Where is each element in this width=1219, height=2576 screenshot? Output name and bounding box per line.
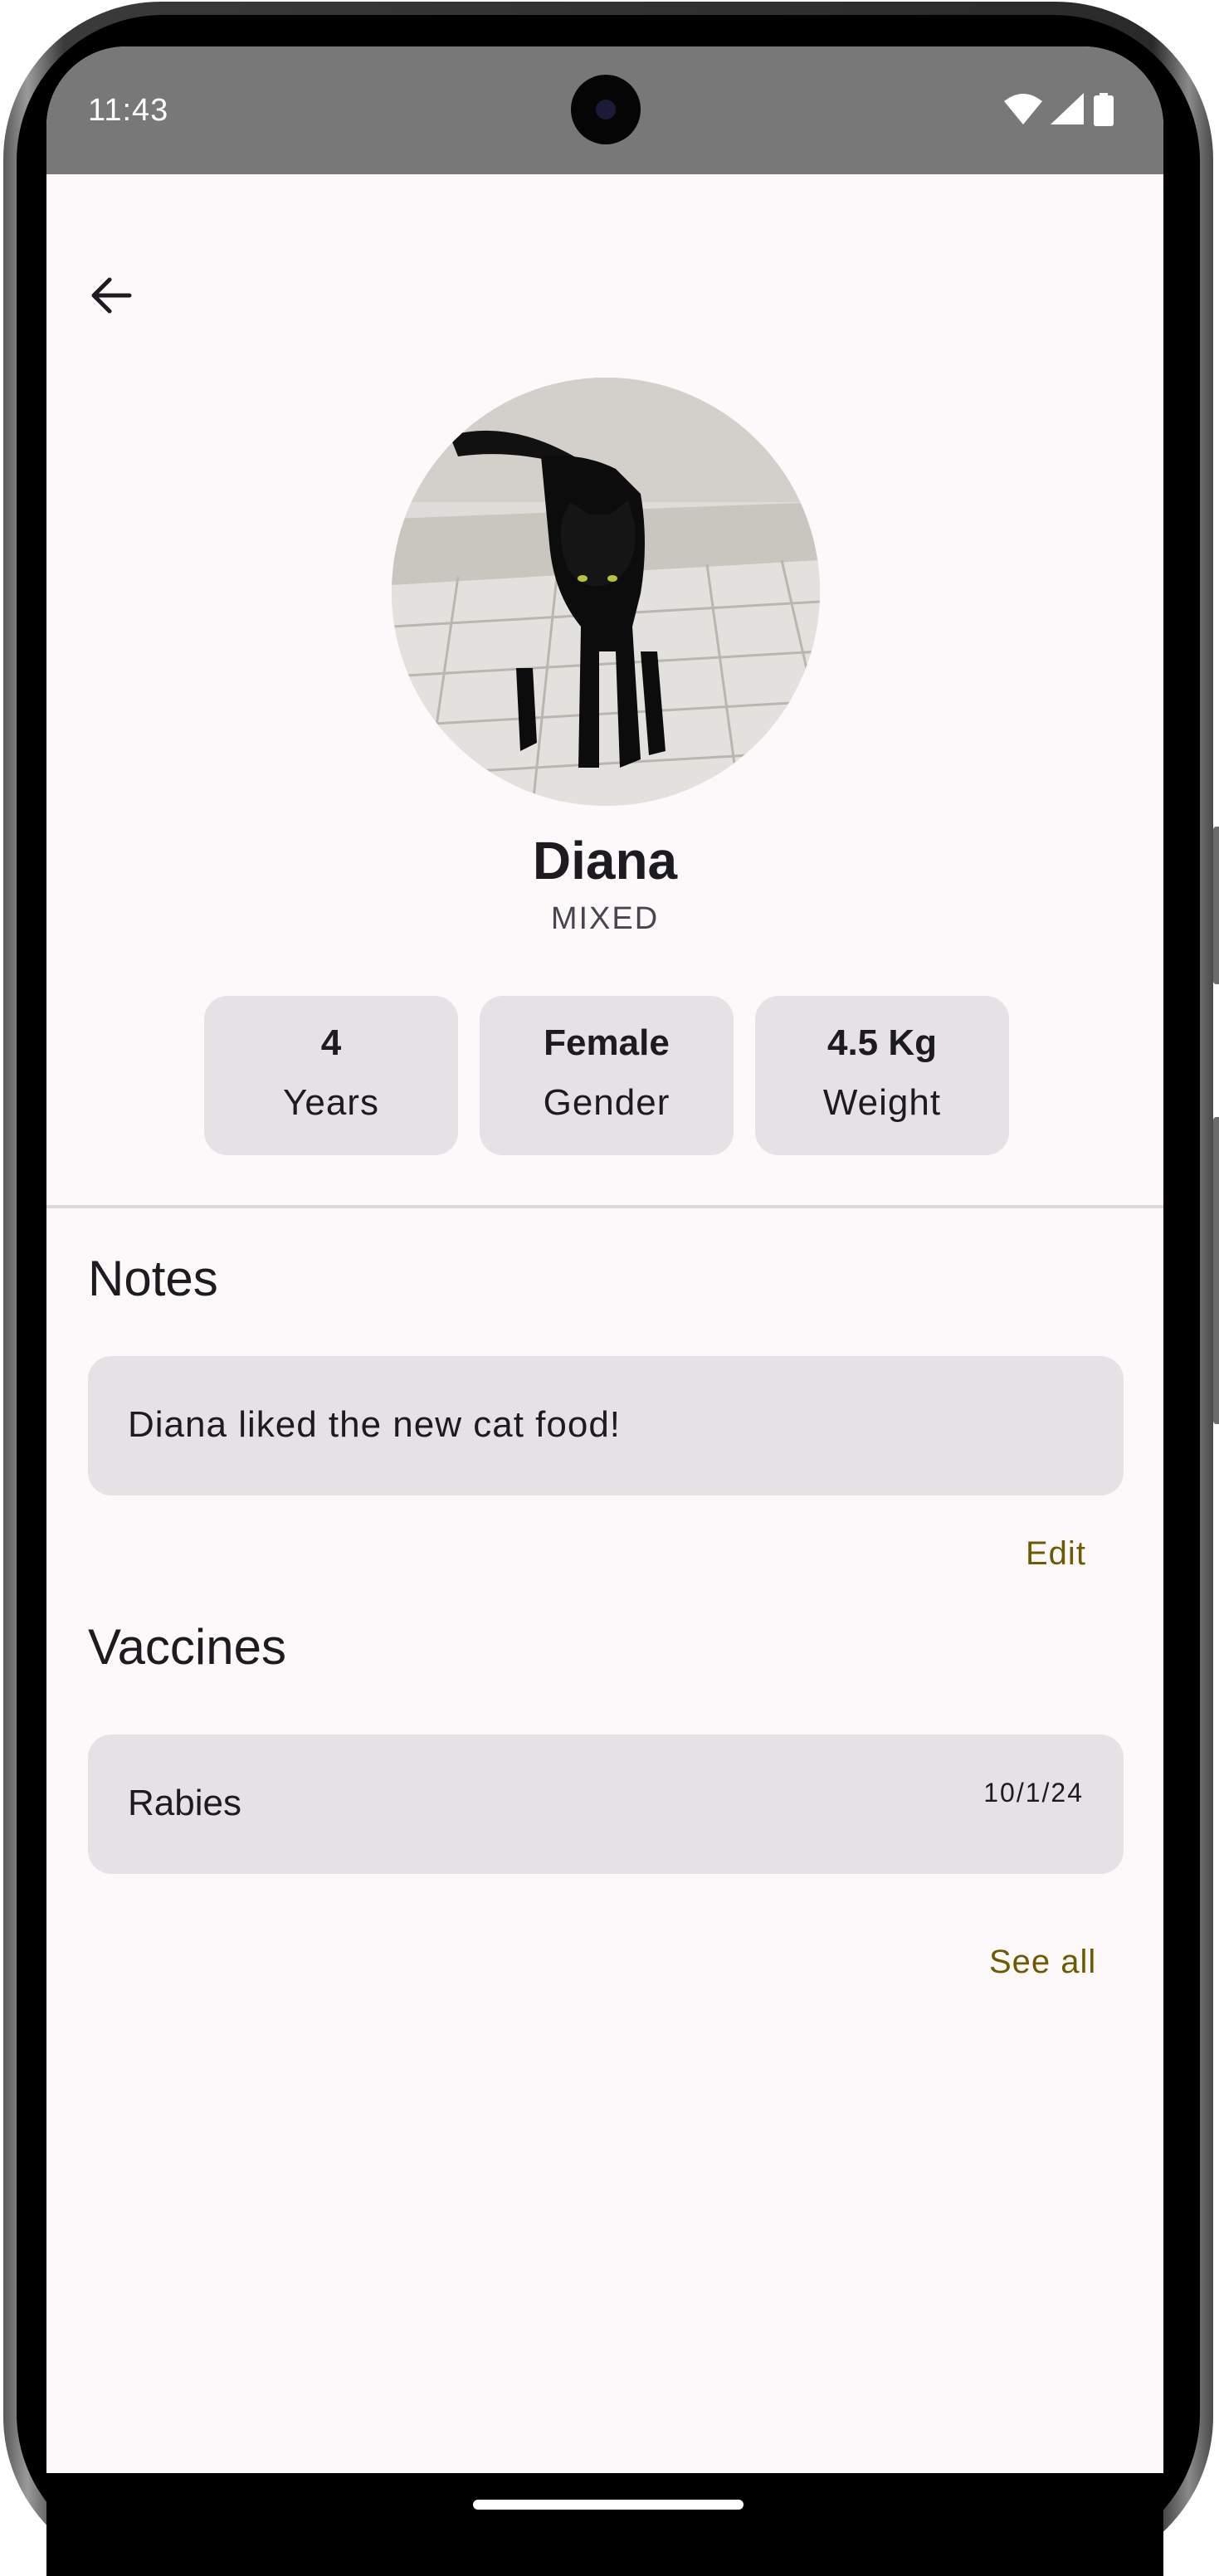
vaccine-item[interactable]: Rabies 10/1/24 [88,1734,1124,1874]
note-card: Diana liked the new cat food! [88,1356,1124,1495]
see-all-vaccines-button[interactable]: See all [989,1944,1096,1981]
arrow-back-icon [91,277,132,314]
stat-card-weight: 4.5 Kg Weight [755,996,1009,1155]
pet-detail-screen: Diana MIXED 4 Years Female Gender 4.5 Kg… [46,174,1163,2473]
cellular-signal-icon [1051,93,1084,124]
pet-stats: 4 Years Female Gender 4.5 Kg Weight [204,996,1009,1155]
stat-card-age: 4 Years [204,996,458,1155]
stat-card-gender: Female Gender [480,996,734,1155]
front-camera [571,75,641,144]
volume-button [1213,1117,1219,1424]
edit-notes-button[interactable]: Edit [1026,1535,1086,1573]
power-button [1213,827,1219,984]
wifi-icon [1004,94,1042,124]
pet-photo [392,378,820,806]
status-time: 11:43 [88,93,169,128]
stat-value: 4 [320,1022,342,1063]
navigation-bar [46,2473,1163,2576]
phone-device: 11:43 Diana MIXED 4 Years Female Gender … [0,0,1219,2576]
status-bar: 11:43 [46,46,1163,174]
stat-label: Gender [543,1082,670,1123]
note-text: Diana liked the new cat food! [128,1404,622,1445]
back-button[interactable] [78,262,144,329]
black-cat-photo [392,378,820,806]
home-gesture-handle[interactable] [473,2500,744,2510]
stat-label: Years [283,1082,379,1123]
screen: 11:43 Diana MIXED 4 Years Female Gender … [46,46,1163,2473]
battery-icon [1094,93,1114,126]
vaccines-title: Vaccines [88,1619,287,1675]
stat-value: 4.5 Kg [826,1022,938,1063]
notes-title: Notes [88,1251,218,1306]
stat-value: Female [544,1022,670,1063]
stat-label: Weight [822,1082,942,1123]
section-divider [46,1205,1163,1208]
pet-name: Diana [532,831,678,890]
pet-breed: MIXED [550,901,660,936]
vaccine-date: 10/1/24 [983,1778,1084,1808]
vaccine-name: Rabies [128,1783,241,1823]
status-icons [1004,93,1129,126]
